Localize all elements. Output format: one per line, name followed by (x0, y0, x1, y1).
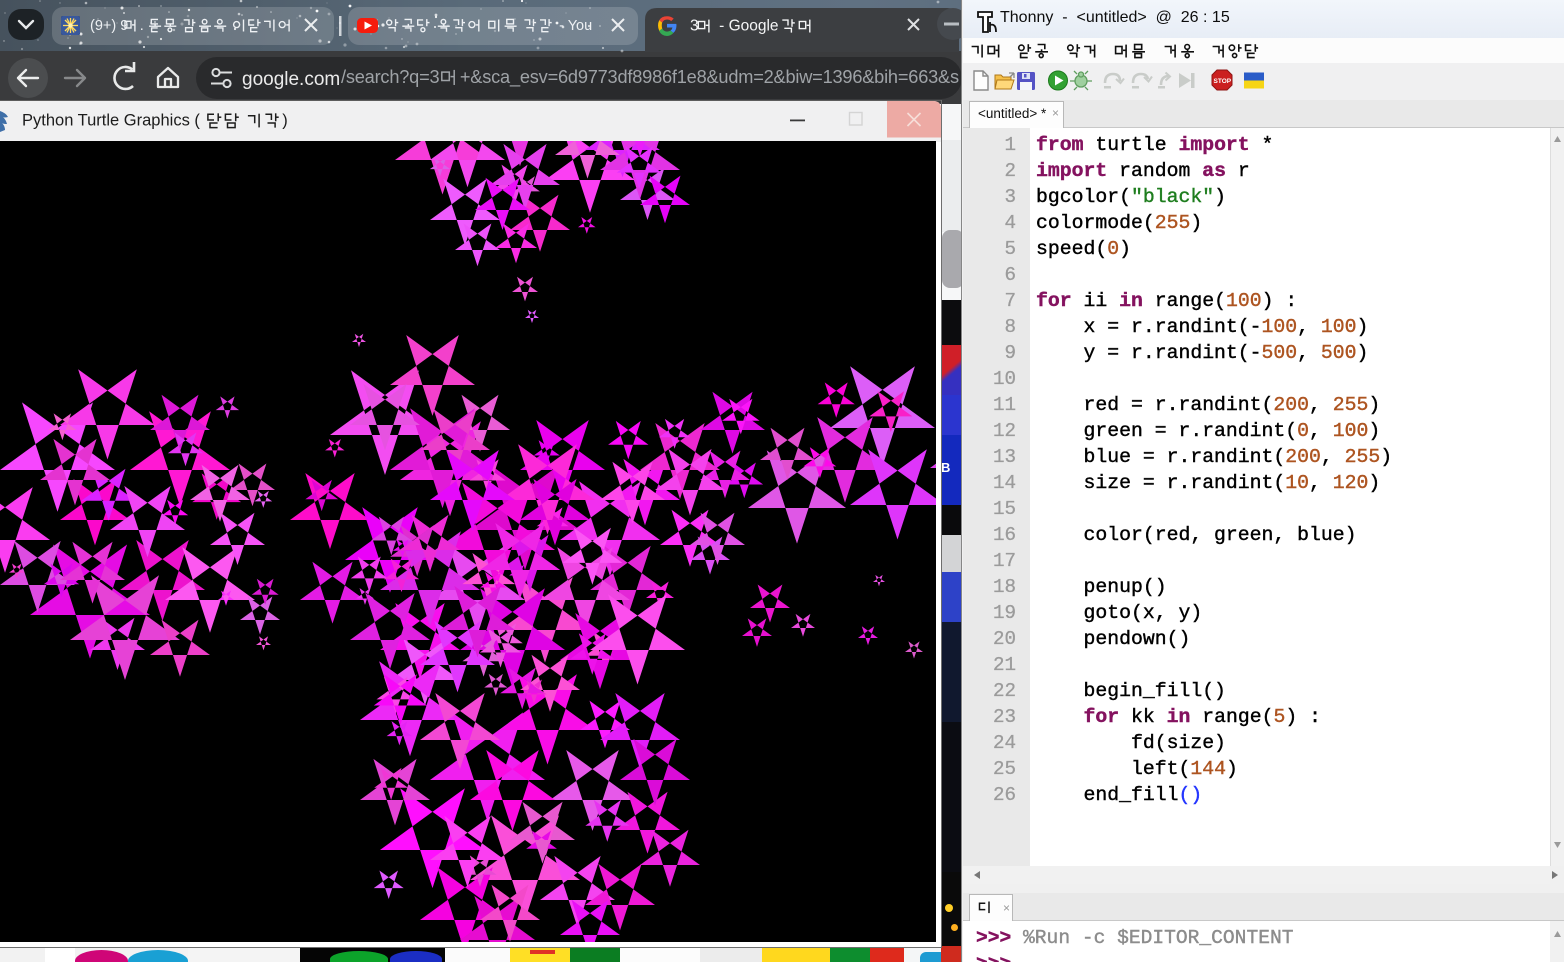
svg-text:.: . (140, 18, 148, 34)
svg-text:+&sca_esv=6d9773df8986f1e8&udm: +&sca_esv=6d9773df8986f1e8&udm=2&biw=139… (460, 67, 959, 88)
svg-text:×: × (1003, 901, 1010, 915)
svg-text:Python Turtle Graphics (: Python Turtle Graphics ( (22, 112, 200, 130)
svg-text:- Google: - Google (715, 18, 783, 35)
svg-text:): ) (282, 112, 288, 130)
svg-text:google.com: google.com (242, 69, 340, 90)
svg-text:- You: - You (555, 18, 592, 34)
svg-text:STOP: STOP (1214, 78, 1232, 85)
svg-text:/search?q=3: /search?q=3 (341, 67, 439, 87)
svg-text:(9+) 9: (9+) 9 (90, 18, 128, 34)
svg-text:3: 3 (690, 18, 699, 35)
